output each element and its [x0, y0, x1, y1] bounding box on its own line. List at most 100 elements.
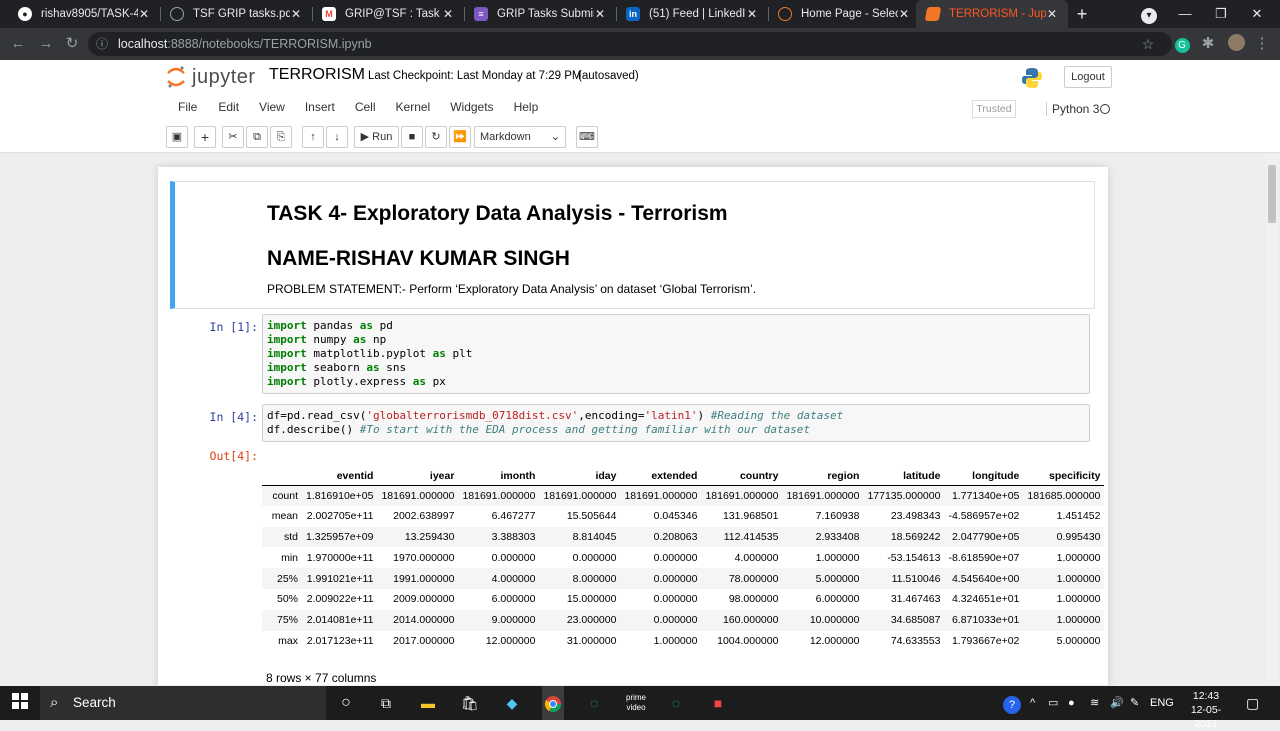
windows-start-icon[interactable] — [10, 693, 30, 713]
chrome-icon[interactable] — [542, 686, 564, 720]
table-cell: 6.000000 — [491, 593, 536, 606]
taskbar-search[interactable]: ⌕ Search — [40, 686, 326, 720]
paste-icon[interactable]: ⎘ — [270, 126, 292, 148]
info-icon[interactable]: ⓘ — [92, 34, 112, 54]
row-label: mean — [271, 510, 298, 523]
tab-linkedin[interactable]: in (51) Feed | LinkedIn ✕ — [616, 0, 768, 28]
tab-home[interactable]: Home Page - Select or ✕ — [768, 0, 920, 28]
close-icon[interactable]: ✕ — [138, 7, 150, 21]
close-icon[interactable]: ✕ — [1046, 7, 1058, 21]
table-cell: 0.000000 — [491, 551, 536, 564]
wifi-icon[interactable]: ≋ — [1090, 686, 1099, 720]
pen-icon[interactable]: ✎ — [1130, 686, 1139, 720]
drive-icon — [170, 7, 184, 21]
reload-icon[interactable]: ↻ — [62, 34, 82, 54]
close-icon[interactable]: ✕ — [898, 7, 910, 21]
jupyter-logo[interactable]: jupyter — [166, 65, 256, 89]
kernel-name[interactable]: Python 3 — [1046, 102, 1099, 116]
tab-terrorism[interactable]: TERRORISM - Jupyter ✕ — [916, 0, 1068, 28]
table-cell: 1004.000000 — [717, 634, 779, 647]
grammarly-icon[interactable]: G — [1172, 34, 1192, 54]
table-cell: 2.014081e+11 — [302, 609, 378, 631]
table-cell: 34.685087 — [863, 609, 945, 631]
vpn-icon[interactable]: ● — [1068, 686, 1075, 720]
cortana-icon[interactable]: ○ — [336, 693, 356, 713]
task-view-icon[interactable]: ⧉ — [376, 693, 396, 713]
circle-app-icon[interactable]: ◌ — [584, 693, 604, 713]
notebook-icon — [924, 7, 942, 21]
move-down-icon[interactable]: ↓ — [326, 126, 348, 148]
more-menu-icon[interactable]: ⋮ — [1252, 34, 1272, 54]
trusted-indicator[interactable]: Trusted — [972, 100, 1016, 118]
menu-file[interactable]: File — [170, 100, 205, 114]
copy-icon[interactable]: ⧉ — [246, 126, 268, 148]
cut-icon[interactable]: ✂ — [222, 126, 244, 148]
avatar[interactable] — [1226, 34, 1246, 54]
tab-github[interactable]: ● rishav8905/TASK-4---Ex ✕ — [8, 0, 160, 28]
menu-edit[interactable]: Edit — [205, 100, 247, 114]
prime-video-icon[interactable]: prime video — [626, 693, 646, 713]
close-icon[interactable]: ✕ — [594, 7, 606, 21]
store-icon[interactable]: 🛍 — [460, 693, 480, 713]
code-cell-imports[interactable]: import pandas as pd import numpy as np i… — [262, 314, 1090, 394]
logout-button[interactable]: Logout — [1064, 66, 1112, 88]
address-bar[interactable]: ⓘ localhost:8888/notebooks/TERRORISM.ipy… — [88, 32, 1172, 56]
column-header: imonth — [458, 467, 540, 486]
help-icon[interactable]: ? — [1002, 693, 1022, 714]
close-icon[interactable]: ✕ — [442, 7, 454, 21]
notifications-icon[interactable]: ▢ — [1246, 686, 1259, 720]
circle-app-icon[interactable]: ◌ — [666, 693, 686, 713]
menu-insert[interactable]: Insert — [293, 100, 343, 114]
scrollbar-thumb[interactable] — [1268, 165, 1276, 223]
tab-gmail[interactable]: M GRIP@TSF : Task Sub ✕ — [312, 0, 464, 28]
table-cell: 181691.000000 — [701, 485, 783, 506]
vertical-scrollbar[interactable] — [1266, 155, 1278, 685]
move-up-icon[interactable]: ↑ — [302, 126, 324, 148]
keyboard-icon[interactable]: ⌨ — [576, 126, 598, 148]
menu-view[interactable]: View — [247, 100, 293, 114]
extensions-icon[interactable]: ✱ — [1198, 34, 1218, 54]
menu-kernel[interactable]: Kernel — [384, 100, 439, 114]
notebook-name[interactable]: TERRORISM — [269, 66, 365, 84]
code-cell-read-csv[interactable]: df=pd.read_csv('globalterrorismdb_0718di… — [262, 404, 1090, 442]
table-row: 75% 2.014081e+11 2014.000000 9.000000 23.000… — [262, 609, 1105, 631]
maximize-icon[interactable]: ❐ — [1202, 0, 1240, 28]
tab-forms[interactable]: ≡ GRIP Tasks Submission ✕ — [464, 0, 616, 28]
python-app-icon[interactable]: ◆ — [502, 693, 522, 713]
profile-dropdown-icon[interactable]: ▾ — [1130, 0, 1168, 28]
minimize-icon[interactable]: — — [1166, 0, 1204, 28]
run-button[interactable]: ▶ Run — [354, 126, 399, 148]
task-title: TASK 4- Exploratory Data Analysis - Terr… — [267, 202, 728, 225]
cell-type-select[interactable]: Markdown ⌄ — [474, 126, 566, 148]
system-clock[interactable]: 12:43 12-05-2021 — [1184, 689, 1228, 731]
menu-help[interactable]: Help — [502, 100, 547, 114]
red-app-icon[interactable]: ■ — [708, 693, 728, 713]
battery-icon[interactable]: ▭ — [1048, 686, 1058, 720]
new-tab-icon[interactable]: + — [1072, 4, 1092, 24]
table-cell: 0.000000 — [653, 551, 698, 564]
bookmark-star-icon[interactable]: ☆ — [1138, 34, 1158, 54]
table-cell: 0.995430 — [1023, 526, 1105, 548]
save-icon[interactable]: ▣ — [166, 126, 188, 148]
volume-icon[interactable]: 🔊 — [1110, 686, 1124, 720]
menu-widgets[interactable]: Widgets — [438, 100, 501, 114]
close-icon[interactable]: ✕ — [290, 7, 302, 21]
jupyter-logo-icon — [167, 66, 185, 88]
close-icon[interactable]: ✕ — [746, 7, 758, 21]
table-cell: 181691.000000 — [782, 485, 864, 506]
stop-icon[interactable]: ■ — [401, 126, 423, 148]
table-cell: 4.545640e+00 — [944, 568, 1024, 589]
table-cell: 112.414535 — [701, 526, 783, 548]
file-explorer-icon[interactable]: ▬ — [418, 693, 438, 713]
close-window-icon[interactable]: ✕ — [1238, 0, 1276, 28]
chevron-up-icon[interactable]: ^ — [1030, 686, 1035, 720]
tab-pdf[interactable]: TSF GRIP tasks.pdf ✕ — [160, 0, 312, 28]
markdown-cell[interactable]: TASK 4- Exploratory Data Analysis - Terr… — [170, 181, 1095, 309]
restart-icon[interactable]: ↻ — [425, 126, 447, 148]
menu-cell[interactable]: Cell — [343, 100, 384, 114]
insert-cell-icon[interactable]: + — [194, 126, 216, 148]
language-indicator[interactable]: ENG — [1150, 686, 1174, 720]
restart-run-all-icon[interactable]: ⏩ — [449, 126, 471, 148]
forward-icon[interactable]: → — [36, 34, 56, 54]
back-icon[interactable]: ← — [8, 34, 28, 54]
